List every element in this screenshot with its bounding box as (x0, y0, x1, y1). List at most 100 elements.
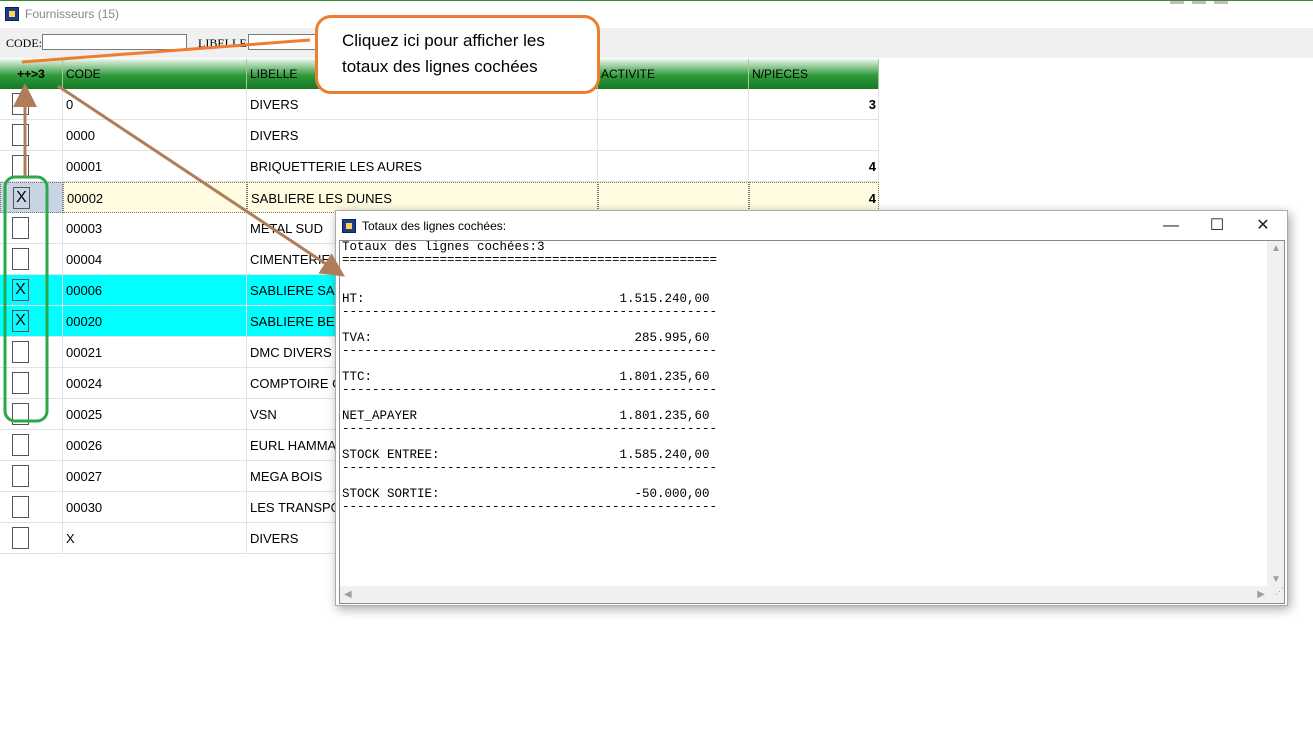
libelle-label: LIBELLE (198, 36, 247, 50)
cell-code[interactable]: 00026 (63, 430, 247, 461)
checkbox-cell[interactable] (0, 523, 63, 554)
scroll-up-icon[interactable]: ▲ (1271, 243, 1281, 254)
totals-line: ----------------------------------------… (342, 344, 718, 358)
checkbox-cell[interactable] (0, 399, 63, 430)
cell-code[interactable]: 00021 (63, 337, 247, 368)
scroll-down-icon[interactable]: ▼ (1271, 574, 1281, 585)
row-checkbox[interactable] (12, 434, 29, 456)
window-title: Fournisseurs (15) (25, 7, 120, 21)
window-control-ghost (1192, 1, 1206, 4)
checkbox-cell[interactable] (0, 430, 63, 461)
cell-code[interactable]: 00027 (63, 461, 247, 492)
checkbox-cell[interactable] (0, 337, 63, 368)
cell-code[interactable]: 00030 (63, 492, 247, 523)
totals-line: ----------------------------------------… (342, 383, 718, 397)
totals-text-area[interactable]: Totaux des lignes cochées:3 =============… (339, 240, 1285, 604)
row-checkbox[interactable] (12, 465, 29, 487)
row-checkbox[interactable] (12, 341, 29, 363)
checkbox-cell[interactable] (0, 89, 63, 120)
resize-grip-icon[interactable]: ⋰ (1267, 586, 1284, 603)
cell-activite[interactable] (598, 151, 749, 182)
cell-code[interactable]: 0000 (63, 120, 247, 151)
row-checkbox[interactable] (12, 248, 29, 270)
window-control-ghost (1214, 1, 1228, 4)
vertical-scrollbar[interactable]: ▲ ▼ (1267, 241, 1284, 587)
main-titlebar: Fournisseurs (15) (0, 1, 1313, 27)
cell-npieces[interactable]: 4 (749, 182, 879, 213)
checkbox-cell[interactable] (0, 151, 63, 182)
cell-npieces[interactable]: 4 (749, 151, 879, 182)
column-header-code[interactable]: CODE (63, 59, 247, 89)
checkbox-cell[interactable] (0, 368, 63, 399)
totals-dialog: Totaux des lignes cochées: — ☐ ✕ Totaux … (335, 210, 1288, 606)
minimize-icon[interactable]: — (1148, 211, 1194, 240)
help-callout: Cliquez ici pour afficher les totaux des… (315, 15, 600, 94)
cell-code[interactable]: 00024 (63, 368, 247, 399)
screen: Fournisseurs (15) CODE: LIBELLE ++>3 COD… (0, 0, 1313, 735)
dialog-app-icon (342, 219, 356, 233)
checkbox-cell[interactable] (0, 213, 63, 244)
row-checkbox[interactable] (12, 155, 29, 177)
row-checkbox[interactable] (12, 217, 29, 239)
totals-line: ========================================… (342, 253, 718, 267)
dialog-title: Totaux des lignes cochées: (362, 219, 507, 233)
cell-code[interactable]: 00025 (63, 399, 247, 430)
cell-code[interactable]: 00020 (63, 306, 247, 337)
checkbox-cell[interactable] (0, 461, 63, 492)
table-row[interactable]: 0000 DIVERS (0, 120, 879, 151)
close-icon[interactable]: ✕ (1240, 211, 1286, 240)
totals-line: ----------------------------------------… (342, 305, 718, 319)
totals-line: ----------------------------------------… (342, 422, 718, 436)
cell-activite[interactable] (598, 89, 749, 120)
libelle-input[interactable] (248, 34, 318, 50)
row-checkbox[interactable] (12, 124, 29, 146)
filter-bar: CODE: LIBELLE (0, 28, 1313, 58)
totals-line (342, 267, 717, 280)
checkbox-cell[interactable]: X (0, 306, 63, 337)
cell-libelle[interactable]: DIVERS (247, 120, 598, 151)
cell-code[interactable]: 00002 (63, 182, 247, 213)
cell-libelle[interactable]: BRIQUETTERIE LES AURES (247, 151, 598, 182)
code-label: CODE: (6, 36, 42, 50)
scroll-right-icon[interactable]: ▶ (1257, 589, 1265, 600)
row-checkbox[interactable]: X (13, 187, 30, 209)
row-checkbox[interactable] (12, 527, 29, 549)
checkbox-cell[interactable]: X (0, 182, 63, 213)
checkbox-cell[interactable] (0, 244, 63, 275)
totals-line: ----------------------------------------… (342, 500, 718, 514)
table-row[interactable]: 00001 BRIQUETTERIE LES AURES 4 (0, 151, 879, 182)
table-row[interactable]: X 00002 SABLIERE LES DUNES 4 (0, 182, 879, 213)
checkbox-cell[interactable]: X (0, 275, 63, 306)
code-input[interactable] (42, 34, 187, 50)
cell-activite[interactable] (598, 120, 749, 151)
cell-libelle[interactable]: SABLIERE LES DUNES (247, 182, 598, 213)
maximize-icon[interactable]: ☐ (1194, 211, 1240, 240)
dialog-titlebar: Totaux des lignes cochées: — ☐ ✕ (336, 211, 1287, 240)
column-header-activite[interactable]: ACTIVITE (598, 59, 749, 89)
row-checkbox[interactable]: X (12, 310, 29, 332)
checkbox-cell[interactable] (0, 120, 63, 151)
window-control-ghost (1170, 1, 1184, 4)
checked-total-button[interactable]: ++>3 (0, 59, 63, 89)
row-checkbox[interactable] (12, 403, 29, 425)
checkbox-cell[interactable] (0, 492, 63, 523)
scroll-left-icon[interactable]: ◀ (344, 589, 352, 600)
row-checkbox[interactable] (12, 372, 29, 394)
row-checkbox[interactable] (12, 93, 29, 115)
cell-code[interactable]: X (63, 523, 247, 554)
app-icon (5, 7, 19, 21)
row-checkbox[interactable]: X (12, 279, 29, 301)
horizontal-scrollbar[interactable]: ◀ ▶ (340, 586, 1269, 603)
cell-code[interactable]: 00001 (63, 151, 247, 182)
totals-line: ----------------------------------------… (342, 461, 718, 475)
totals-text: Totaux des lignes cochées:3 =============… (342, 241, 717, 514)
cell-code[interactable]: 00006 (63, 275, 247, 306)
cell-npieces[interactable]: 3 (749, 89, 879, 120)
cell-activite[interactable] (598, 182, 749, 213)
cell-code[interactable]: 00004 (63, 244, 247, 275)
cell-code[interactable]: 00003 (63, 213, 247, 244)
column-header-npieces[interactable]: N/PIECES (749, 59, 879, 89)
row-checkbox[interactable] (12, 496, 29, 518)
cell-code[interactable]: 0 (63, 89, 247, 120)
cell-npieces[interactable] (749, 120, 879, 151)
